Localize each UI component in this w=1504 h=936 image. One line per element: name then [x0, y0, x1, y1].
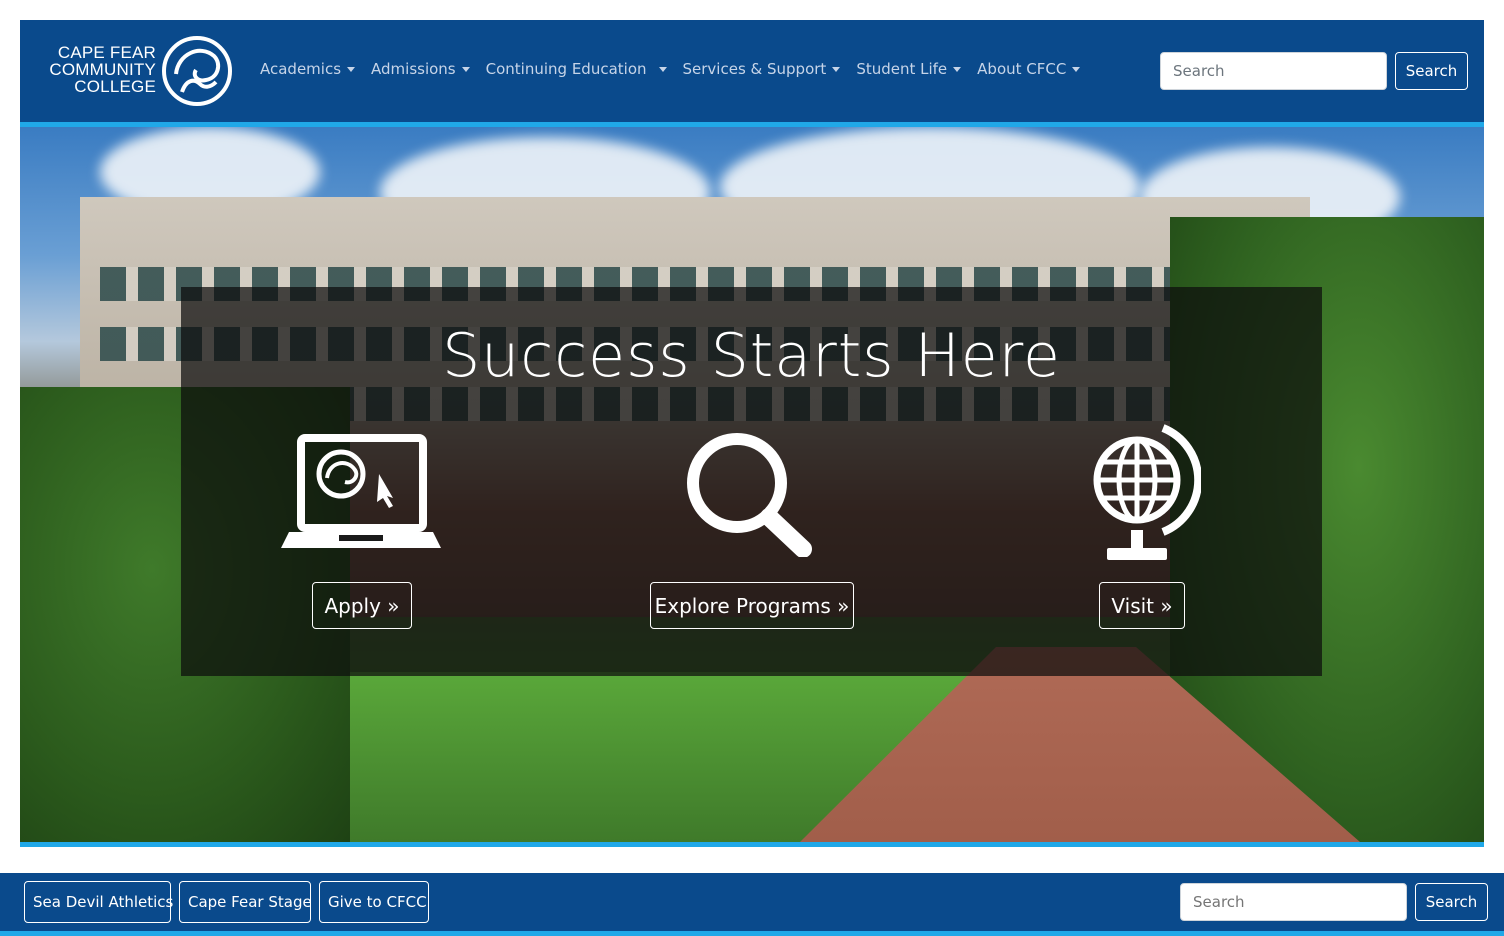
cta-visit [1081, 422, 1201, 564]
laptop-logo-icon [281, 434, 441, 548]
header-search-button[interactable]: Search [1395, 52, 1468, 90]
caret-down-icon [347, 66, 356, 72]
caret-down-icon [953, 66, 962, 72]
cta-apply [281, 432, 441, 552]
nav-label: Services & Support [682, 60, 827, 78]
nav-admissions[interactable]: Admissions [371, 60, 470, 78]
sea-devil-athletics-button[interactable]: Sea Devil Athletics [24, 881, 173, 923]
footer-accent-bar [0, 931, 1504, 936]
site-header: CAPE FEAR COMMUNITY COLLEGE Academics Ad… [20, 20, 1484, 122]
footer-search-button[interactable]: Search [1415, 883, 1488, 921]
apply-button[interactable]: Apply » [312, 582, 412, 629]
hero-banner: Success Starts Here Apply » Explore Prog… [20, 127, 1484, 842]
globe-icon [1093, 424, 1201, 560]
logo-line-2: COMMUNITY [49, 60, 156, 79]
nav-label: About CFCC [977, 60, 1067, 78]
nav-label: Academics [260, 60, 342, 78]
cape-fear-stage-button[interactable]: Cape Fear Stage [179, 881, 312, 923]
nav-label: Student Life [856, 60, 948, 78]
caret-down-icon [1072, 66, 1081, 72]
cfcc-wave-logo-icon [162, 36, 232, 106]
nav-about-cfcc[interactable]: About CFCC [977, 60, 1081, 78]
footer-search-input[interactable] [1180, 883, 1407, 921]
nav-academics[interactable]: Academics [260, 60, 356, 78]
logo-line-3: COLLEGE [74, 77, 156, 96]
cta-explore [681, 427, 821, 557]
main-nav: Academics Admissions Continuing Educatio… [260, 60, 1081, 78]
caret-down-icon [461, 66, 470, 72]
nav-label: Admissions [371, 60, 456, 78]
explore-programs-button[interactable]: Explore Programs » [650, 582, 854, 629]
caret-down-icon [658, 66, 667, 72]
college-logo[interactable]: CAPE FEAR COMMUNITY COLLEGE [38, 34, 238, 108]
logo-text: CAPE FEAR COMMUNITY COLLEGE [38, 44, 156, 95]
nav-services-support[interactable]: Services & Support [683, 60, 841, 78]
visit-button[interactable]: Visit » [1099, 582, 1185, 629]
utility-bar: Sea Devil Athletics Cape Fear Stage Give… [0, 873, 1504, 931]
nav-continuing-education[interactable]: Continuing Education [486, 60, 667, 78]
nav-label: Continuing Education [485, 60, 647, 78]
magnifier-icon [687, 433, 812, 557]
hero-overlay-panel: Success Starts Here Apply » Explore Prog… [181, 287, 1322, 676]
caret-down-icon [832, 66, 841, 72]
hero-title: Success Starts Here [442, 321, 1061, 391]
hero-accent-bar [20, 842, 1484, 847]
nav-student-life[interactable]: Student Life [856, 60, 962, 78]
logo-line-1: CAPE FEAR [57, 43, 156, 62]
header-search-input[interactable] [1160, 52, 1387, 90]
give-to-cfcc-button[interactable]: Give to CFCC [319, 881, 429, 923]
